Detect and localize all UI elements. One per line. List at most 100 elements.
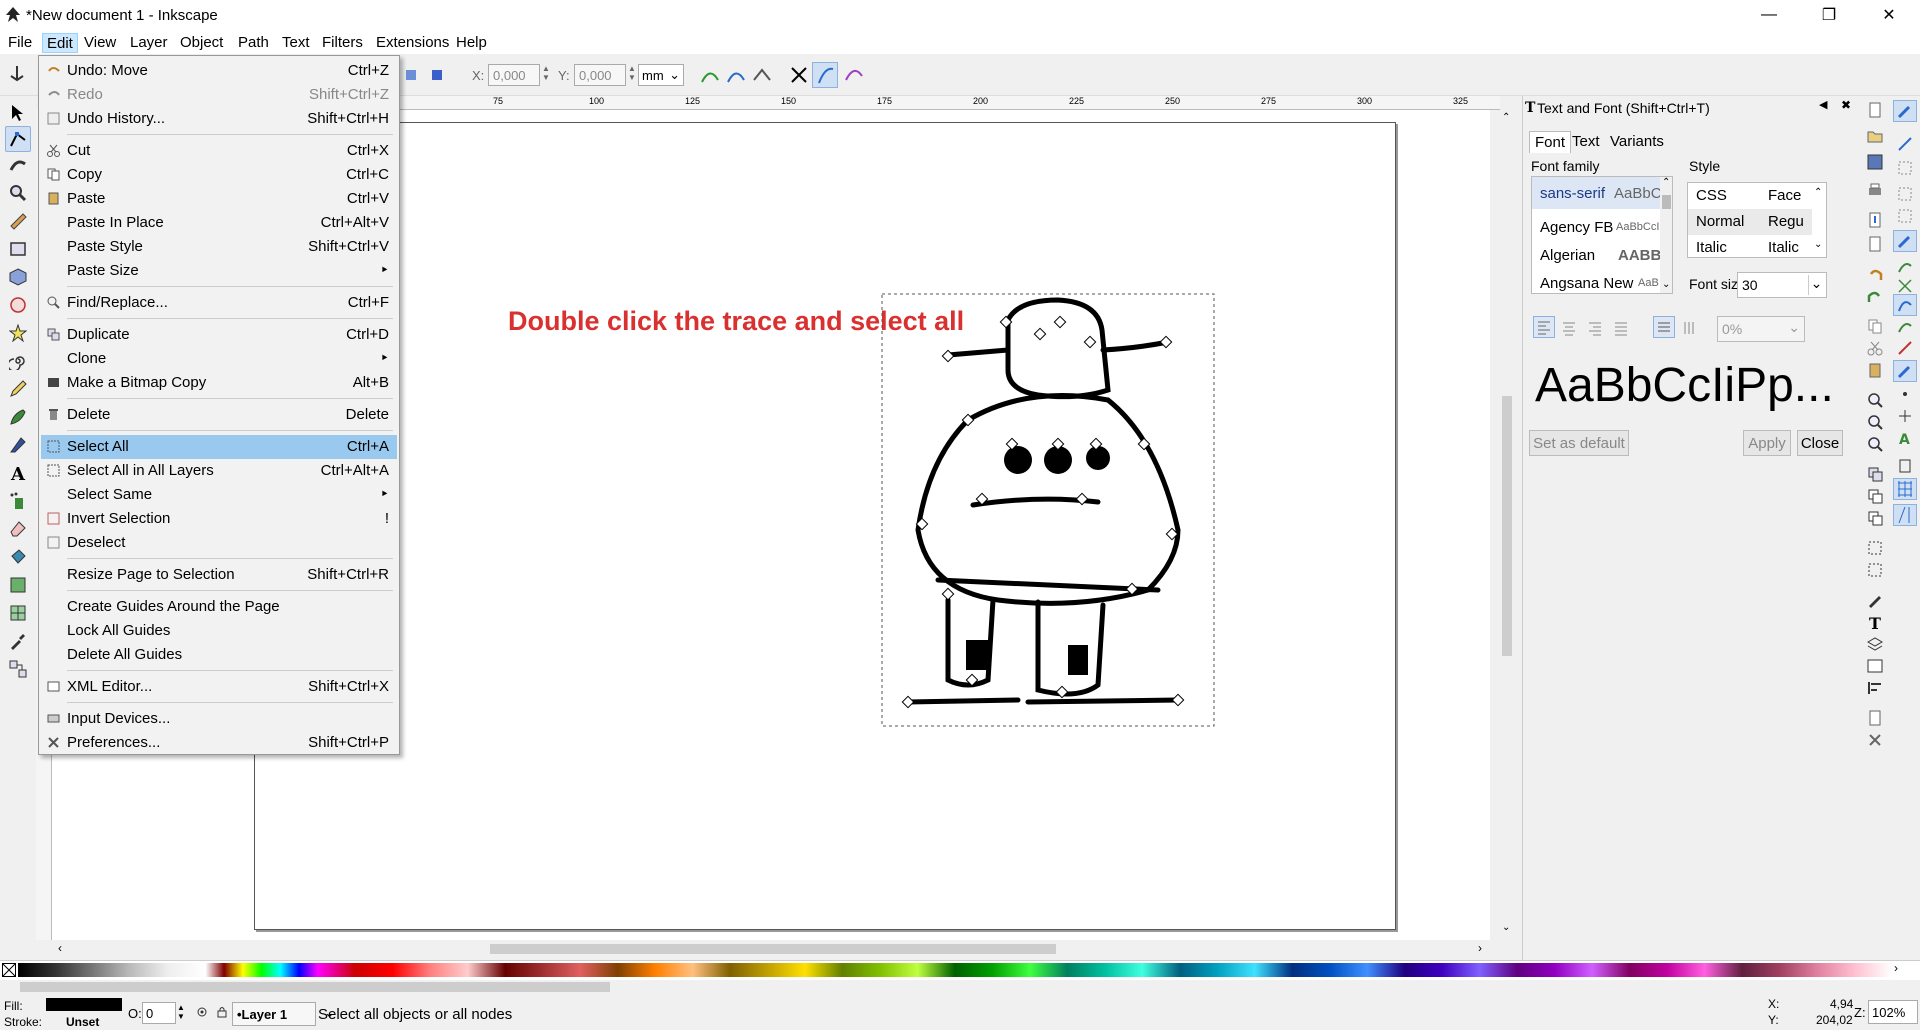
redo-icon[interactable] (1867, 288, 1883, 304)
menu-invert-selection[interactable]: Invert Selection! (41, 507, 397, 531)
menu-select-all[interactable]: Select All Ctrl+A (41, 435, 397, 459)
save-icon[interactable] (1867, 154, 1883, 170)
snap-center-icon[interactable] (1897, 386, 1913, 402)
menu-select-all-in-all-layers[interactable]: Select All in All Layers Ctrl+Alt+A (41, 459, 397, 483)
zoom-drawing-icon[interactable] (1867, 414, 1883, 430)
menu-delete-all-guides[interactable]: Delete All Guides (41, 643, 397, 667)
show-outline-icon[interactable] (844, 66, 864, 84)
pen-tool[interactable] (5, 404, 31, 430)
snap-bbox-icon[interactable] (1897, 136, 1913, 152)
dock-close-icon[interactable]: ✖ (1841, 98, 1851, 112)
zoom-selection-icon[interactable] (1867, 392, 1883, 408)
x-stepper-icon[interactable]: ▲ ▼ (542, 64, 550, 82)
color-palette[interactable]: › (0, 960, 1920, 980)
horizontal-scroll-thumb[interactable] (490, 944, 1056, 954)
layers-icon[interactable] (1867, 636, 1883, 652)
stroke-value[interactable]: Unset (66, 1015, 99, 1029)
style-list[interactable]: CSS Face Normal Regu Italic Italic ⌃ ⌄ (1687, 182, 1827, 258)
menu-view[interactable]: View (80, 33, 120, 53)
close-dialog-button[interactable]: Close (1797, 430, 1843, 456)
scroll-left-icon[interactable]: ‹ (58, 941, 62, 955)
cut-icon[interactable] (1867, 340, 1883, 356)
scroll-down-icon[interactable]: ⌄ (1502, 922, 1510, 933)
y-coordinate-input[interactable] (574, 64, 626, 86)
path-effect-icon[interactable] (700, 66, 720, 84)
menu-layer[interactable]: Layer (126, 33, 172, 53)
zoom-input[interactable]: 102% (1868, 1000, 1918, 1024)
x-coordinate-input[interactable] (488, 64, 540, 86)
line-spacing-select[interactable]: 0% ⌄ (1717, 316, 1805, 342)
undo-icon[interactable] (1867, 266, 1883, 282)
menu-paste-style[interactable]: Paste Style Shift+Ctrl+V (41, 235, 397, 259)
snap-smooth-icon[interactable] (1897, 318, 1913, 334)
menu-resize-page-to-selection[interactable]: Resize Page to Selection Shift+Ctrl+R (41, 563, 397, 587)
chevron-down-icon[interactable]: ⌄ (1662, 279, 1670, 290)
snap-toggle[interactable] (1893, 100, 1917, 122)
align-justify-icon[interactable] (1611, 318, 1631, 338)
mesh-tool[interactable] (5, 600, 31, 626)
menu-cut[interactable]: Cut Ctrl+X (41, 139, 397, 163)
unit-select[interactable]: mm ⌄ (638, 64, 684, 86)
import-icon[interactable] (1867, 212, 1883, 228)
dock-collapse-icon[interactable]: ◀ (1819, 98, 1827, 111)
node-arrow-icon[interactable] (8, 64, 26, 82)
opacity-stepper-icon[interactable]: ▲ ▼ (177, 1003, 185, 1021)
node-break-icon[interactable] (428, 66, 446, 84)
scroll-up-icon[interactable]: ⌃ (1502, 112, 1510, 123)
menu-undo-move[interactable]: Undo: Move Ctrl+Z (41, 59, 397, 83)
chevron-up-icon[interactable]: ⌃ (1814, 187, 1822, 198)
snap-paths-icon[interactable] (1897, 258, 1913, 274)
apply-button[interactable]: Apply (1743, 430, 1791, 456)
gradient-tool[interactable] (5, 572, 31, 598)
new-document-icon[interactable] (1867, 102, 1883, 118)
pencil-tool[interactable] (5, 376, 31, 402)
node-join-icon[interactable] (404, 66, 422, 84)
clip-path-icon[interactable] (726, 66, 746, 84)
measure-tool[interactable] (5, 208, 31, 234)
transform-handles-icon[interactable] (790, 66, 808, 84)
font-family-list[interactable]: sans-serif AaBbCc Agency FB AaBbCcIi Alg… (1531, 176, 1673, 294)
mask-icon[interactable] (752, 66, 772, 84)
menu-select-same[interactable]: Select Same ‣ (41, 483, 397, 507)
tab-text[interactable]: Text (1567, 131, 1605, 152)
unlink-clone-icon[interactable] (1867, 510, 1883, 526)
menu-create-guides-around-page[interactable]: Create Guides Around the Page (41, 595, 397, 619)
menu-preferences[interactable]: Preferences... Shift+Ctrl+P (41, 731, 397, 755)
align-center-icon[interactable] (1559, 318, 1579, 338)
tab-font[interactable]: Font (1529, 131, 1572, 153)
menu-text[interactable]: Text (278, 33, 314, 53)
menu-paste[interactable]: Paste Ctrl+V (41, 187, 397, 211)
menu-filters[interactable]: Filters (318, 33, 367, 53)
snap-grids-toggle[interactable] (1893, 478, 1917, 500)
font-list-scrollbar[interactable]: ⌃ ⌄ (1660, 177, 1672, 293)
xml-editor-icon[interactable] (1867, 658, 1883, 674)
menu-clone[interactable]: Clone ‣ (41, 347, 397, 371)
snap-midpoints-icon[interactable] (1897, 208, 1913, 224)
copy-icon[interactable] (1867, 318, 1883, 334)
palette-scroll-thumb[interactable] (20, 982, 610, 992)
spiral-tool[interactable] (5, 348, 31, 374)
horizontal-text-button[interactable] (1653, 316, 1675, 338)
set-as-default-button[interactable]: Set as default (1529, 430, 1629, 456)
y-stepper-icon[interactable]: ▲ ▼ (628, 64, 636, 82)
menu-lock-all-guides[interactable]: Lock All Guides (41, 619, 397, 643)
snap-corners-icon[interactable] (1897, 186, 1913, 202)
menu-object[interactable]: Object (176, 33, 227, 53)
no-paint-icon[interactable] (2, 963, 16, 977)
eraser-tool[interactable] (5, 516, 31, 542)
calligraphy-tool[interactable] (5, 432, 31, 458)
star-tool[interactable] (5, 320, 31, 346)
rectangle-tool[interactable] (5, 236, 31, 262)
snap-page-border-icon[interactable] (1897, 458, 1913, 474)
chevron-up-icon[interactable]: ⌃ (1662, 177, 1670, 188)
snap-text-baseline-icon[interactable]: A (1897, 430, 1913, 446)
3d-box-tool[interactable] (5, 264, 31, 290)
ellipse-tool[interactable] (5, 292, 31, 318)
menu-deselect[interactable]: Deselect (41, 531, 397, 555)
document-properties-icon[interactable] (1867, 710, 1883, 726)
fill-stroke-icon[interactable] (1867, 592, 1883, 608)
fill-indicator[interactable] (46, 998, 122, 1011)
traced-drawing[interactable] (878, 290, 1218, 730)
vertical-text-icon[interactable] (1679, 318, 1699, 338)
text-font-icon[interactable]: T (1867, 614, 1883, 630)
